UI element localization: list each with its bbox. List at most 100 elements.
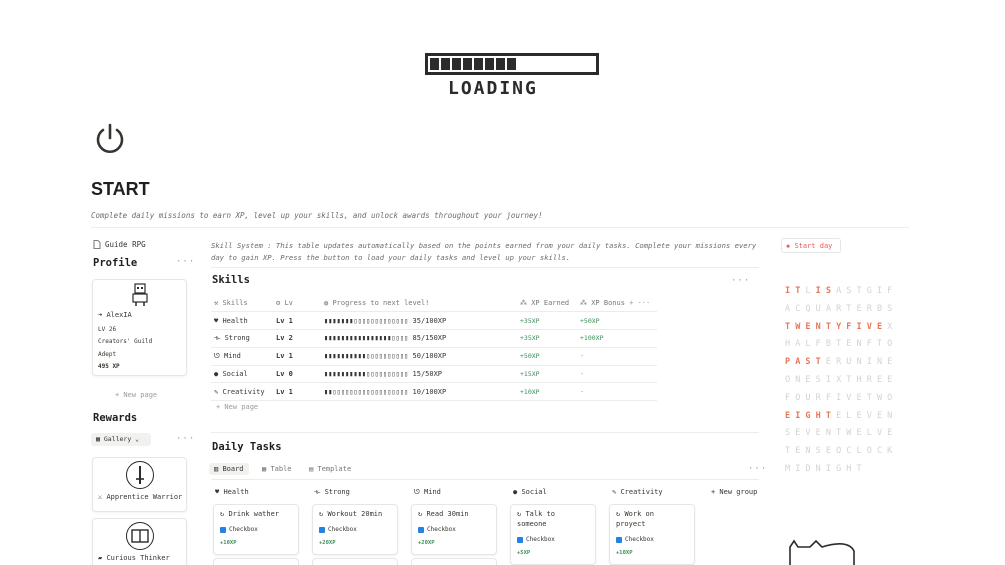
- progress-bar: ▮▮▮▮▮▮▮▯▯▯▯▯▯▯▯▯▯▯▯▯: [324, 316, 409, 325]
- word-clock-row: ITLISASTGIF: [785, 286, 898, 296]
- progress-text: 85/150XP: [412, 334, 447, 343]
- book-icon: [126, 522, 154, 550]
- skill-level: Lv 1: [273, 382, 321, 402]
- gallery-label: Gallery: [103, 435, 132, 443]
- skill-name: Mind: [224, 351, 241, 360]
- loading-segment: [441, 58, 450, 70]
- table-row[interactable]: ᘎ Mind Lv 1 ▮▮▮▮▮▮▮▮▮▮▯▯▯▯▯▯▯▯▯▯ 50/100X…: [211, 347, 657, 366]
- task-checkbox[interactable]: Checkbox: [616, 536, 654, 543]
- task-name: Work on proyect: [616, 510, 654, 528]
- new-group-button[interactable]: + New group: [711, 488, 757, 496]
- word-clock-row: ACQUARTERBS: [785, 303, 898, 314]
- task-checkbox[interactable]: Checkbox: [220, 526, 258, 533]
- table-row[interactable]: ♥ Health Lv 1 ▮▮▮▮▮▮▮▯▯▯▯▯▯▯▯▯▯▯▯▯ 35/10…: [211, 311, 657, 331]
- word-clock-row: EIGHTELEVEN: [785, 410, 898, 421]
- profile-card[interactable]: ➜ AlexIA LV 26 Creators' Guild Adept 495…: [92, 279, 187, 376]
- task-xp: +10XP: [220, 540, 237, 546]
- skill-level: Lv 1: [273, 347, 321, 366]
- profile-xp: 495 XP: [98, 363, 120, 370]
- sword-small-icon: ⚔: [98, 493, 103, 501]
- skills-title: Skills: [212, 274, 250, 286]
- col-xp-bonus[interactable]: ⁂ XP Bonus + ···: [577, 294, 657, 313]
- skills-more-icon[interactable]: ···: [731, 276, 750, 286]
- progress-bar: ▮▮▮▮▮▮▮▮▮▮▮▮▮▮▮▮▯▯▯▯: [324, 334, 409, 343]
- skills-new-page-button[interactable]: + New page: [216, 403, 258, 411]
- xp-earned: +35XP: [517, 329, 577, 348]
- cat-icon: [789, 539, 855, 565]
- tab-board[interactable]: ▥ Board: [209, 463, 249, 475]
- brain-icon: ᘎ: [214, 351, 220, 360]
- profile-new-page-button[interactable]: + New page: [115, 391, 157, 399]
- gallery-view-button[interactable]: ▦ Gallery ⌄: [91, 433, 151, 446]
- task-checkbox[interactable]: Checkbox: [517, 536, 555, 543]
- reward-card-thinker[interactable]: ▰ Curious Thinker: [92, 518, 187, 565]
- task-card-partial[interactable]: [411, 558, 497, 565]
- xp-bonus: -: [577, 382, 657, 402]
- task-card-partial[interactable]: [312, 558, 398, 565]
- table-row[interactable]: ⟛ Strong Lv 2 ▮▮▮▮▮▮▮▮▮▮▮▮▮▮▮▮▯▯▯▯ 85/15…: [211, 329, 657, 348]
- profile-more-icon[interactable]: ···: [176, 257, 195, 267]
- word-clock-row: ONESIXTHREE: [785, 374, 898, 385]
- tab-template[interactable]: ▤ Template: [304, 463, 356, 475]
- refresh-icon: ↻: [517, 510, 522, 518]
- start-day-button[interactable]: ✹ Start day: [781, 238, 841, 253]
- xp-earned: +35XP: [517, 311, 577, 331]
- profile-name-row: ➜ AlexIA: [98, 311, 132, 319]
- book-small-icon: ▰: [98, 554, 103, 562]
- task-checkbox[interactable]: Checkbox: [418, 526, 456, 533]
- column-creativity[interactable]: ✎ Creativity: [612, 488, 663, 496]
- guide-link[interactable]: Guide RPG: [93, 240, 146, 249]
- col-progress[interactable]: ◍ Progress to next level!: [321, 294, 517, 313]
- skill-system-note: Skill System : This table updates automa…: [211, 241, 757, 262]
- xp-bonus: +100XP: [577, 329, 657, 348]
- skill-name: Health: [222, 316, 248, 325]
- word-clock-row: TWENTYFIVEX: [785, 321, 898, 332]
- table-row[interactable]: ✎ Creativity Lv 1 ▮▮▯▯▯▯▯▯▯▯▯▯▯▯▯▯▯▯▯▯ 1…: [211, 382, 657, 402]
- dumbbell-icon: ⟛: [214, 333, 221, 342]
- divider: [211, 432, 759, 433]
- progress-bar: ▮▮▮▮▮▮▮▮▮▮▯▯▯▯▯▯▯▯▯▯: [324, 370, 409, 379]
- column-strong[interactable]: ⟛ Strong: [314, 488, 350, 497]
- grid-icon: ▦: [96, 435, 100, 443]
- xp-bonus: -: [577, 365, 657, 384]
- task-card[interactable]: ↻ Read 30min Checkbox +20XP: [411, 504, 497, 555]
- loading-segment: [452, 58, 461, 70]
- col-xp-earned[interactable]: ⁂ XP Earned: [517, 294, 577, 313]
- task-checkbox[interactable]: Checkbox: [319, 526, 357, 533]
- xp-bonus: -: [577, 347, 657, 366]
- heart-icon: ♥: [214, 316, 219, 325]
- rewards-more-icon[interactable]: ···: [176, 434, 195, 444]
- sun-icon: ✹: [786, 242, 791, 250]
- col-lv[interactable]: ⚙ Lv: [273, 294, 321, 313]
- xp-earned: +15XP: [517, 365, 577, 384]
- word-clock-row: FOURFIVETWO: [785, 392, 898, 403]
- progress-text: 35/100XP: [412, 316, 447, 325]
- progress-text: 50/100XP: [412, 352, 447, 361]
- loading-segment: [463, 58, 472, 70]
- divider: [211, 267, 759, 268]
- xp-earned: +50XP: [517, 347, 577, 366]
- task-card[interactable]: ↻ Talk to someone Checkbox +5XP: [510, 504, 596, 565]
- progress-bar: ▮▮▮▮▮▮▮▮▮▮▯▯▯▯▯▯▯▯▯▯: [324, 352, 409, 361]
- refresh-icon: ↻: [616, 510, 621, 518]
- daily-more-icon[interactable]: ···: [748, 464, 767, 474]
- loading-text: LOADING: [448, 78, 538, 99]
- reward-name: Apprentice Warrior: [106, 493, 183, 501]
- col-skills[interactable]: ⚒ Skills: [211, 294, 273, 313]
- task-card[interactable]: ↻ Work on proyect Checkbox +10XP: [609, 504, 695, 565]
- tab-table[interactable]: ▦ Table: [257, 463, 297, 475]
- table-row[interactable]: ● Social Lv 0 ▮▮▮▮▮▮▮▮▮▮▯▯▯▯▯▯▯▯▯▯ 15/50…: [211, 365, 657, 384]
- task-card-partial[interactable]: [213, 558, 299, 565]
- column-health[interactable]: ♥ Health: [215, 488, 249, 496]
- task-card[interactable]: ↻ Drink wather Checkbox +10XP: [213, 504, 299, 555]
- task-card[interactable]: ↻ Workout 20min Checkbox +20XP: [312, 504, 398, 555]
- column-social[interactable]: ● Social: [513, 488, 547, 496]
- task-name: Talk to someone: [517, 510, 555, 528]
- task-xp: +20XP: [319, 540, 336, 546]
- reward-card-warrior[interactable]: ⚔ Apprentice Warrior: [92, 457, 187, 512]
- column-mind[interactable]: ᘎ Mind: [414, 488, 441, 497]
- xp-earned: +10XP: [517, 382, 577, 402]
- rewards-title: Rewards: [93, 412, 138, 424]
- task-name: Drink wather: [228, 510, 280, 518]
- add-column-icon: + ···: [629, 298, 651, 307]
